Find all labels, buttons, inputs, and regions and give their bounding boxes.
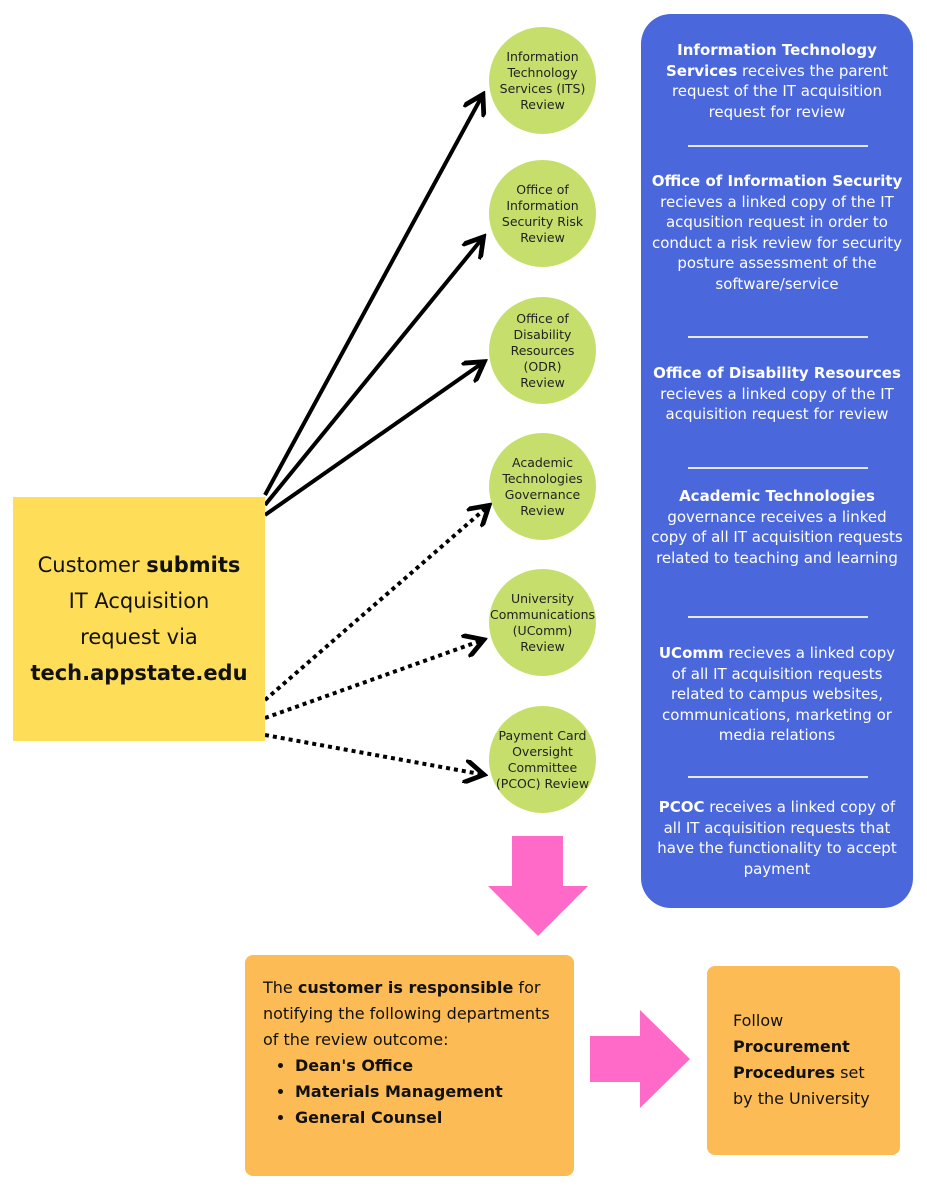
review-circle-odr: Office of Disability Resources (ODR) Rev… — [489, 297, 596, 404]
review-circle-pcoc: Payment Card Oversight Committee (PCOC) … — [489, 706, 596, 813]
department-list: Dean's Office Materials Management Gener… — [263, 1053, 556, 1131]
pink-arrow-down — [488, 836, 588, 936]
it-acquisition-flow-diagram: Customer submits IT Acquisition request v… — [0, 0, 927, 1200]
list-item: Materials Management — [295, 1079, 556, 1105]
arrow-dotted-pcoc — [264, 733, 480, 774]
divider — [688, 776, 868, 778]
pink-arrow-right — [590, 1010, 690, 1108]
arrow-solid-security — [263, 240, 481, 507]
review-circle-academic: Academic Technologies Governance Review — [489, 433, 596, 540]
desc-security: Office of Information Security recieves … — [651, 172, 903, 293]
customer-responsibility-box: The customer is responsible for notifyin… — [245, 955, 574, 1176]
review-circle-its: Information Technology Services (ITS) Re… — [489, 27, 596, 134]
divider — [688, 145, 868, 147]
arrow-dotted-ucomm — [264, 641, 480, 720]
list-item: General Counsel — [295, 1105, 556, 1131]
desc-pcoc: PCOC receives a linked copy of all IT ac… — [657, 798, 897, 878]
desc-ucomm: UComm recieves a linked copy of all IT a… — [658, 644, 896, 744]
desc-odr: Office of Disability Resources recieves … — [653, 364, 901, 423]
divider — [688, 336, 868, 338]
arrow-solid-its — [263, 98, 481, 496]
procurement-box: Follow Procurement Procedures set by the… — [707, 966, 900, 1155]
divider — [688, 467, 868, 469]
review-circle-ucomm: University Communications (UComm) Review — [489, 569, 596, 676]
customer-submit-box: Customer submits IT Acquisition request v… — [13, 497, 265, 741]
review-descriptions-panel: Information Technology Services receives… — [641, 14, 913, 908]
desc-its: Information Technology Services receives… — [665, 41, 888, 121]
divider — [688, 616, 868, 618]
review-circle-security: Office of Information Security Risk Revi… — [489, 160, 596, 267]
desc-academic: Academic Technologies governance receive… — [651, 487, 903, 567]
arrow-dotted-academic — [263, 508, 486, 702]
list-item: Dean's Office — [295, 1053, 556, 1079]
